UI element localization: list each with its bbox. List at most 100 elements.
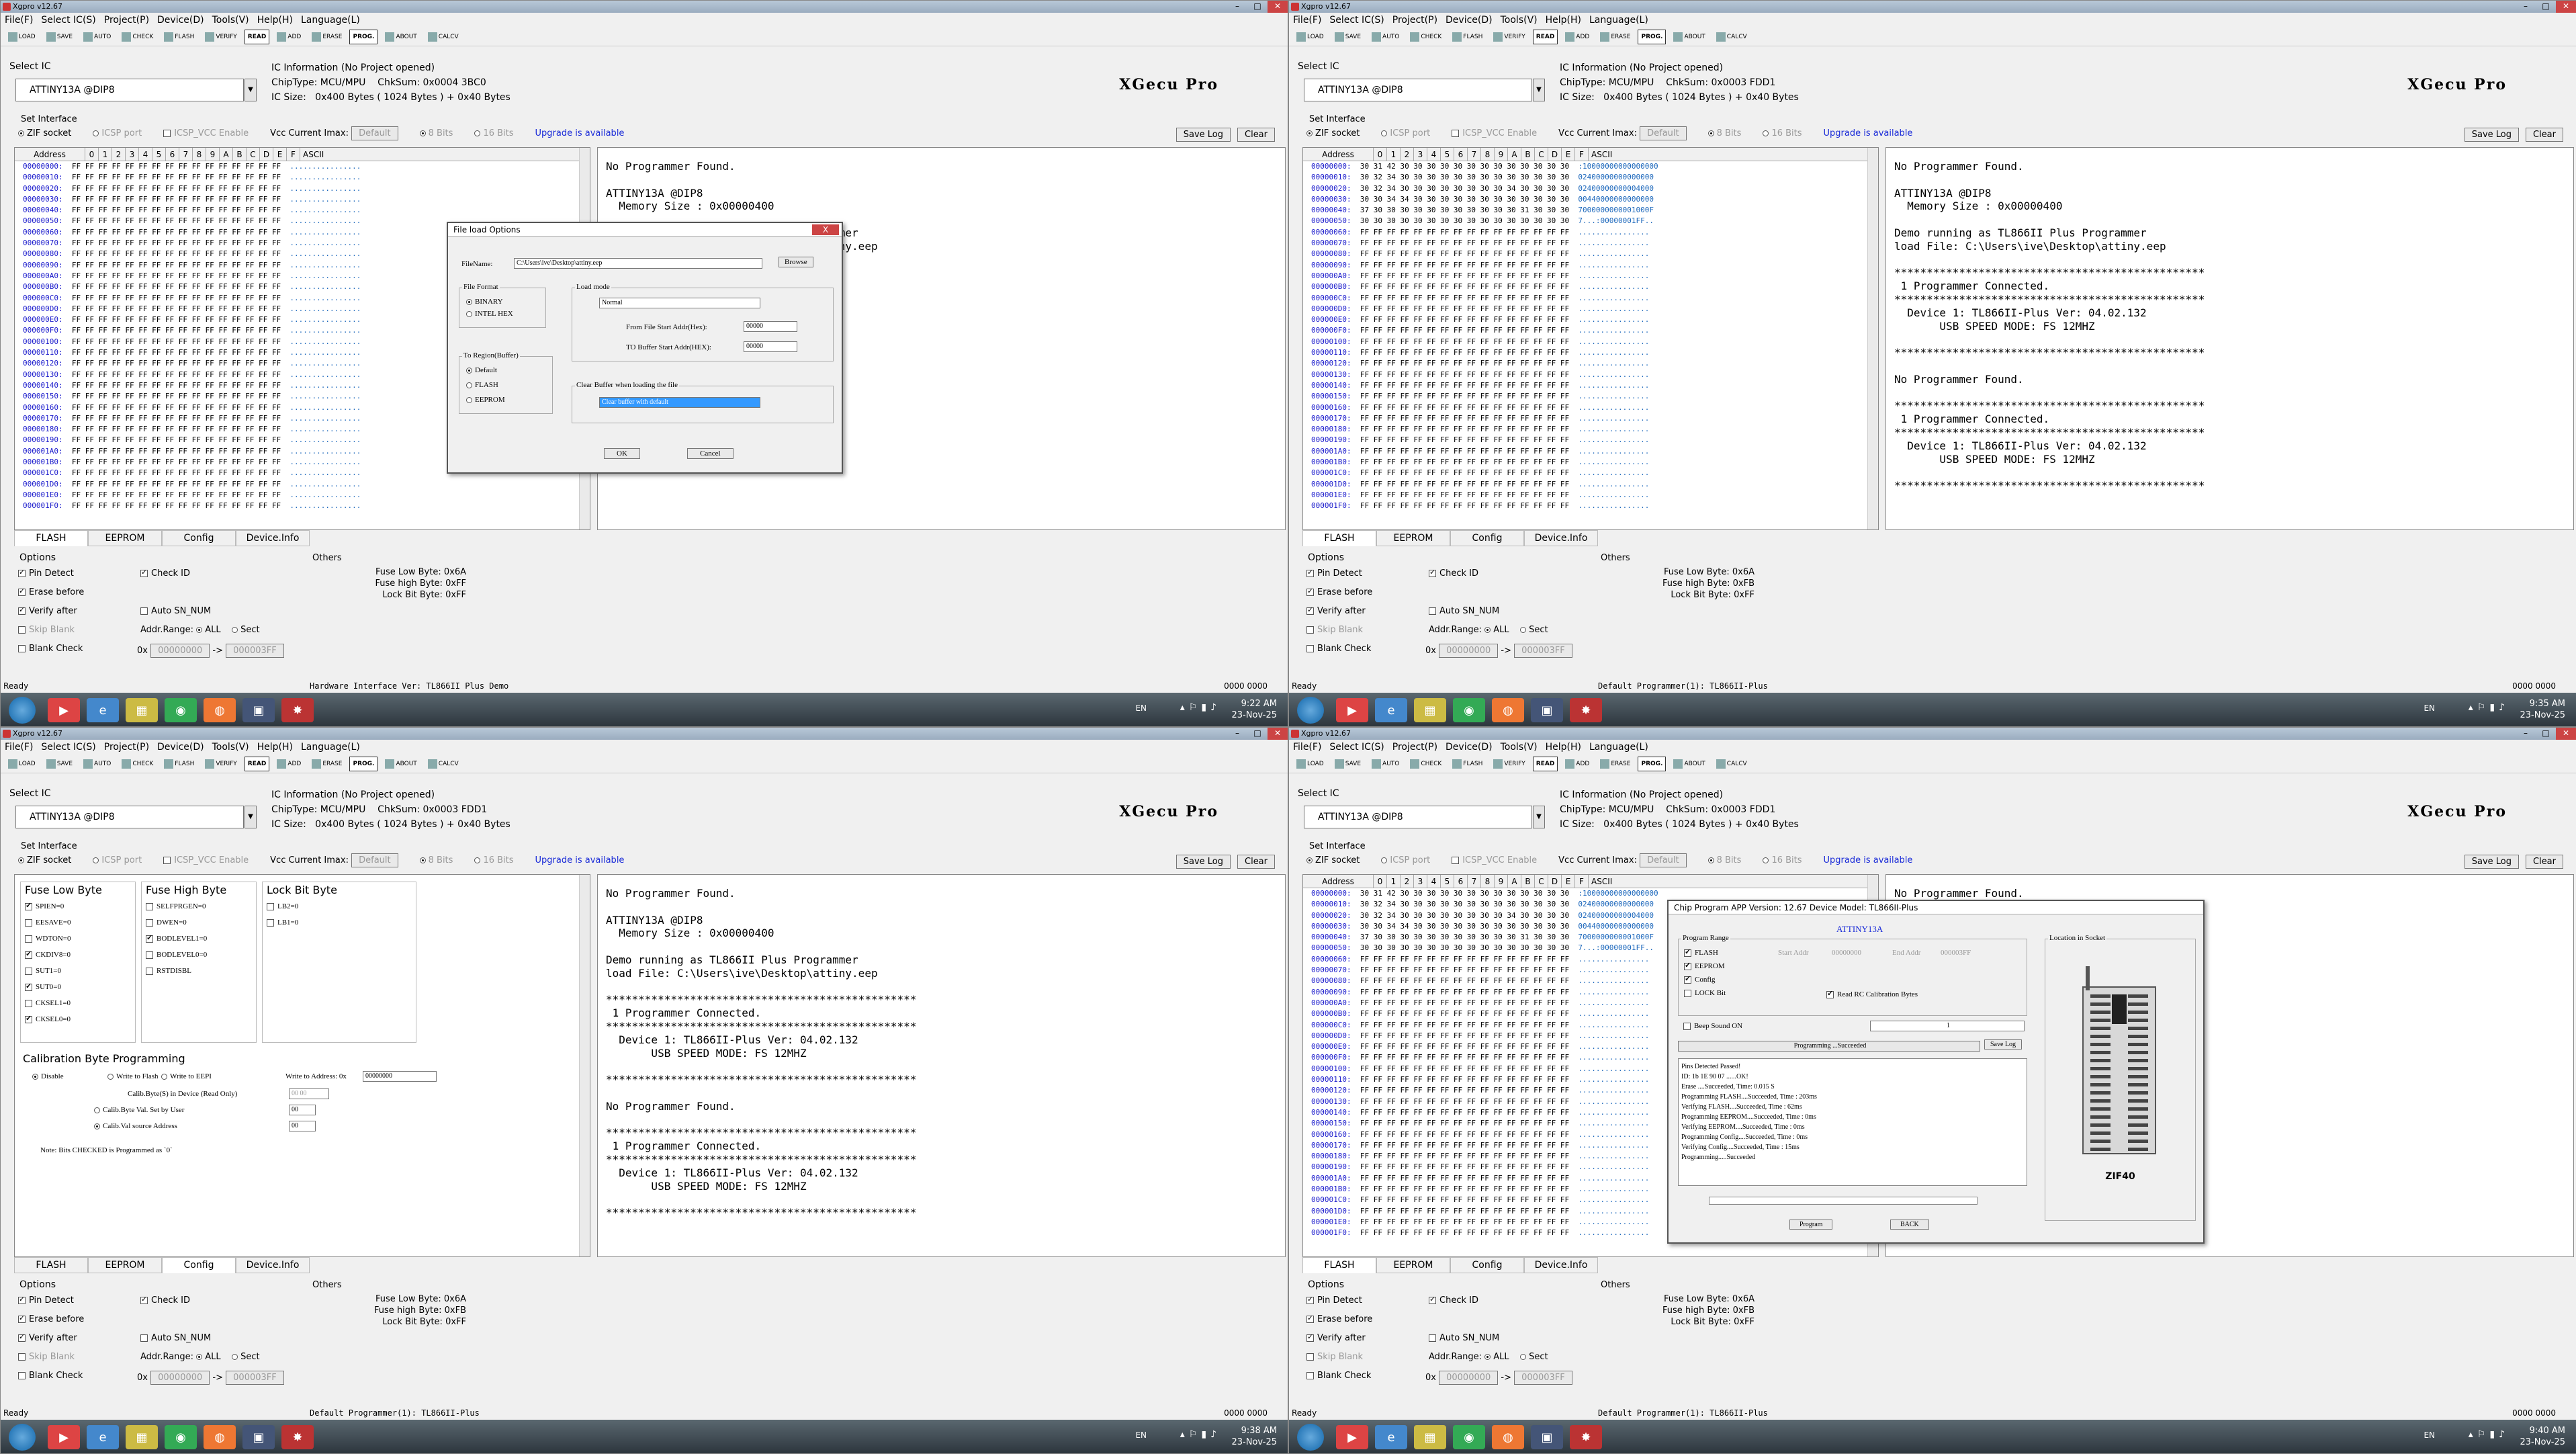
bits16-radio[interactable]: 16 Bits: [474, 855, 514, 865]
toolbar-button[interactable]: LOAD: [5, 30, 39, 44]
toolbar-button[interactable]: PROG.: [1638, 756, 1667, 771]
addr-to-input[interactable]: 000003FF: [1514, 1371, 1572, 1385]
chrome-icon[interactable]: ◉: [165, 1425, 197, 1449]
addr-from-input[interactable]: 00000000: [150, 644, 210, 658]
fuse-bit-checkbox[interactable]: CKSEL1=0: [25, 999, 71, 1007]
region-default-radio[interactable]: Default: [466, 366, 497, 374]
close-button[interactable]: ✕: [2556, 1, 2576, 13]
menu-item[interactable]: File(F): [1293, 740, 1321, 755]
check-id-checkbox[interactable]: Check ID: [140, 568, 190, 579]
toolbar-button[interactable]: CHECK: [118, 757, 157, 771]
dialog-close-button[interactable]: X: [812, 224, 839, 235]
minimize-button[interactable]: –: [2516, 728, 2536, 740]
toolbar-button[interactable]: SAVE: [1331, 757, 1364, 771]
ie-icon[interactable]: e: [87, 1425, 119, 1449]
pin-detect-checkbox[interactable]: Pin Detect: [1306, 1295, 1362, 1306]
cancel-button[interactable]: Cancel: [687, 448, 734, 459]
addr-all-radio[interactable]: [1484, 627, 1491, 633]
menu-item[interactable]: Language(L): [301, 740, 360, 755]
toolbar-button[interactable]: AUTO: [1368, 30, 1403, 44]
bits8-radio[interactable]: 8 Bits: [1707, 855, 1741, 865]
xgpro-task-icon[interactable]: ▣: [242, 1425, 275, 1449]
addr-from-input[interactable]: 00000000: [150, 1371, 210, 1385]
menu-item[interactable]: Select IC(S): [1329, 740, 1384, 755]
save-log-button[interactable]: Save Log: [2464, 855, 2519, 869]
skip-blank-checkbox[interactable]: Skip Blank: [18, 1352, 75, 1362]
save-log-button[interactable]: Save Log: [2464, 128, 2519, 142]
maximize-button[interactable]: □: [1247, 1, 1268, 13]
toolbar-button[interactable]: SAVE: [43, 30, 76, 44]
ic-select-combo[interactable]: ATTINY13A @DIP8: [15, 79, 244, 101]
icsp-port-radio[interactable]: ICSP port: [93, 855, 142, 865]
xgpro-task-icon[interactable]: ▣: [1531, 1425, 1563, 1449]
vcc-current-select[interactable]: Default: [1640, 126, 1687, 140]
erase-before-checkbox[interactable]: Erase before: [1306, 1314, 1372, 1324]
fuse-bit-checkbox[interactable]: SUT0=0: [25, 982, 61, 991]
verify-after-checkbox[interactable]: Verify after: [18, 1332, 77, 1343]
icsp-port-radio[interactable]: ICSP port: [1381, 128, 1430, 138]
bits16-radio[interactable]: 16 Bits: [474, 128, 514, 138]
bits8-radio[interactable]: 8 Bits: [419, 128, 453, 138]
addr-all-radio[interactable]: [196, 627, 203, 633]
load-mode-select[interactable]: Normal: [599, 298, 760, 308]
start-button[interactable]: [1297, 1424, 1324, 1451]
back-button[interactable]: BACK: [1890, 1220, 1929, 1230]
addr-sect-radio[interactable]: [1520, 627, 1527, 633]
firefox-icon[interactable]: ◍: [1492, 1425, 1524, 1449]
menu-item[interactable]: File(F): [5, 13, 33, 28]
tab-config[interactable]: Config: [1450, 1257, 1524, 1273]
toolbar-button[interactable]: FLASH: [1449, 30, 1486, 44]
region-flash-radio[interactable]: FLASH: [466, 381, 498, 389]
check-id-checkbox[interactable]: Check ID: [1429, 568, 1478, 579]
program-button[interactable]: Program: [1789, 1220, 1833, 1230]
range-flash-checkbox[interactable]: FLASH: [1684, 947, 1718, 957]
erase-before-checkbox[interactable]: Erase before: [18, 1314, 84, 1324]
hex-buffer-view[interactable]: Address 0 1 2 3 4 5 6 7 8 9 A B C D E F ASCII 00000000: 30…: [1302, 147, 1879, 530]
chrome-icon[interactable]: ◉: [165, 698, 197, 722]
fuse-bit-checkbox[interactable]: DWEN=0: [146, 918, 187, 927]
toolbar-button[interactable]: READ: [1532, 29, 1558, 44]
tab-flash[interactable]: FLASH: [1302, 1257, 1376, 1273]
blank-check-checkbox[interactable]: Blank Check: [1306, 1371, 1371, 1381]
addr-to-input[interactable]: 000003FF: [226, 1371, 284, 1385]
pin-detect-checkbox[interactable]: Pin Detect: [18, 1295, 74, 1306]
toolbar-button[interactable]: ADD: [273, 30, 304, 44]
toolbar-button[interactable]: AUTO: [80, 757, 114, 771]
binary-radio[interactable]: BINARY: [466, 298, 503, 306]
chrome-icon[interactable]: ◉: [1453, 698, 1485, 722]
tab-device-info[interactable]: Device.Info: [236, 530, 310, 546]
fuse-bit-checkbox[interactable]: CKDIV8=0: [25, 949, 71, 959]
toolbar-button[interactable]: VERIFY: [1490, 30, 1528, 44]
tray-icons[interactable]: ▴⚐▮♪: [1180, 702, 1220, 713]
toolbar-button[interactable]: CALCV: [1713, 757, 1750, 771]
icsp-vcc-checkbox[interactable]: ICSP_VCC Enable: [1452, 128, 1537, 138]
menu-item[interactable]: Project(P): [104, 13, 149, 28]
menu-item[interactable]: Language(L): [301, 13, 360, 28]
addr-sect-radio[interactable]: [232, 1354, 238, 1360]
toolbar-button[interactable]: READ: [244, 756, 270, 771]
chevron-down-icon[interactable]: ▼: [245, 79, 257, 101]
check-id-checkbox[interactable]: Check ID: [1429, 1295, 1478, 1306]
toolbar-button[interactable]: AUTO: [80, 30, 114, 44]
toolbar-button[interactable]: ERASE: [1597, 30, 1634, 44]
pin-detect-checkbox[interactable]: Pin Detect: [1306, 568, 1362, 579]
maximize-button[interactable]: □: [2536, 1, 2556, 13]
addr-sect-radio[interactable]: [232, 627, 238, 633]
calib-disable-radio[interactable]: Disable: [32, 1072, 64, 1080]
intel-hex-radio[interactable]: INTEL HEX: [466, 310, 513, 318]
verify-after-checkbox[interactable]: Verify after: [1306, 1332, 1366, 1343]
vcc-current-select[interactable]: Default: [351, 126, 398, 140]
toolbar-button[interactable]: PROG.: [349, 29, 378, 44]
vcc-current-select[interactable]: Default: [351, 853, 398, 867]
clear-buffer-select[interactable]: Clear buffer with default: [599, 397, 760, 408]
skip-blank-checkbox[interactable]: Skip Blank: [1306, 1352, 1363, 1362]
clear-button[interactable]: Clear: [2526, 855, 2563, 869]
bits8-radio[interactable]: 8 Bits: [1707, 128, 1741, 138]
zif-socket-radio[interactable]: ZIF socket: [18, 855, 71, 865]
tab-config[interactable]: Config: [1450, 530, 1524, 546]
save-log-button[interactable]: Save Log: [1175, 128, 1231, 142]
app-task-icon[interactable]: ✸: [1570, 698, 1602, 722]
app-task-icon[interactable]: ✸: [281, 1425, 314, 1449]
tab-eeprom[interactable]: EEPROM: [88, 530, 162, 546]
bits16-radio[interactable]: 16 Bits: [1763, 855, 1802, 865]
